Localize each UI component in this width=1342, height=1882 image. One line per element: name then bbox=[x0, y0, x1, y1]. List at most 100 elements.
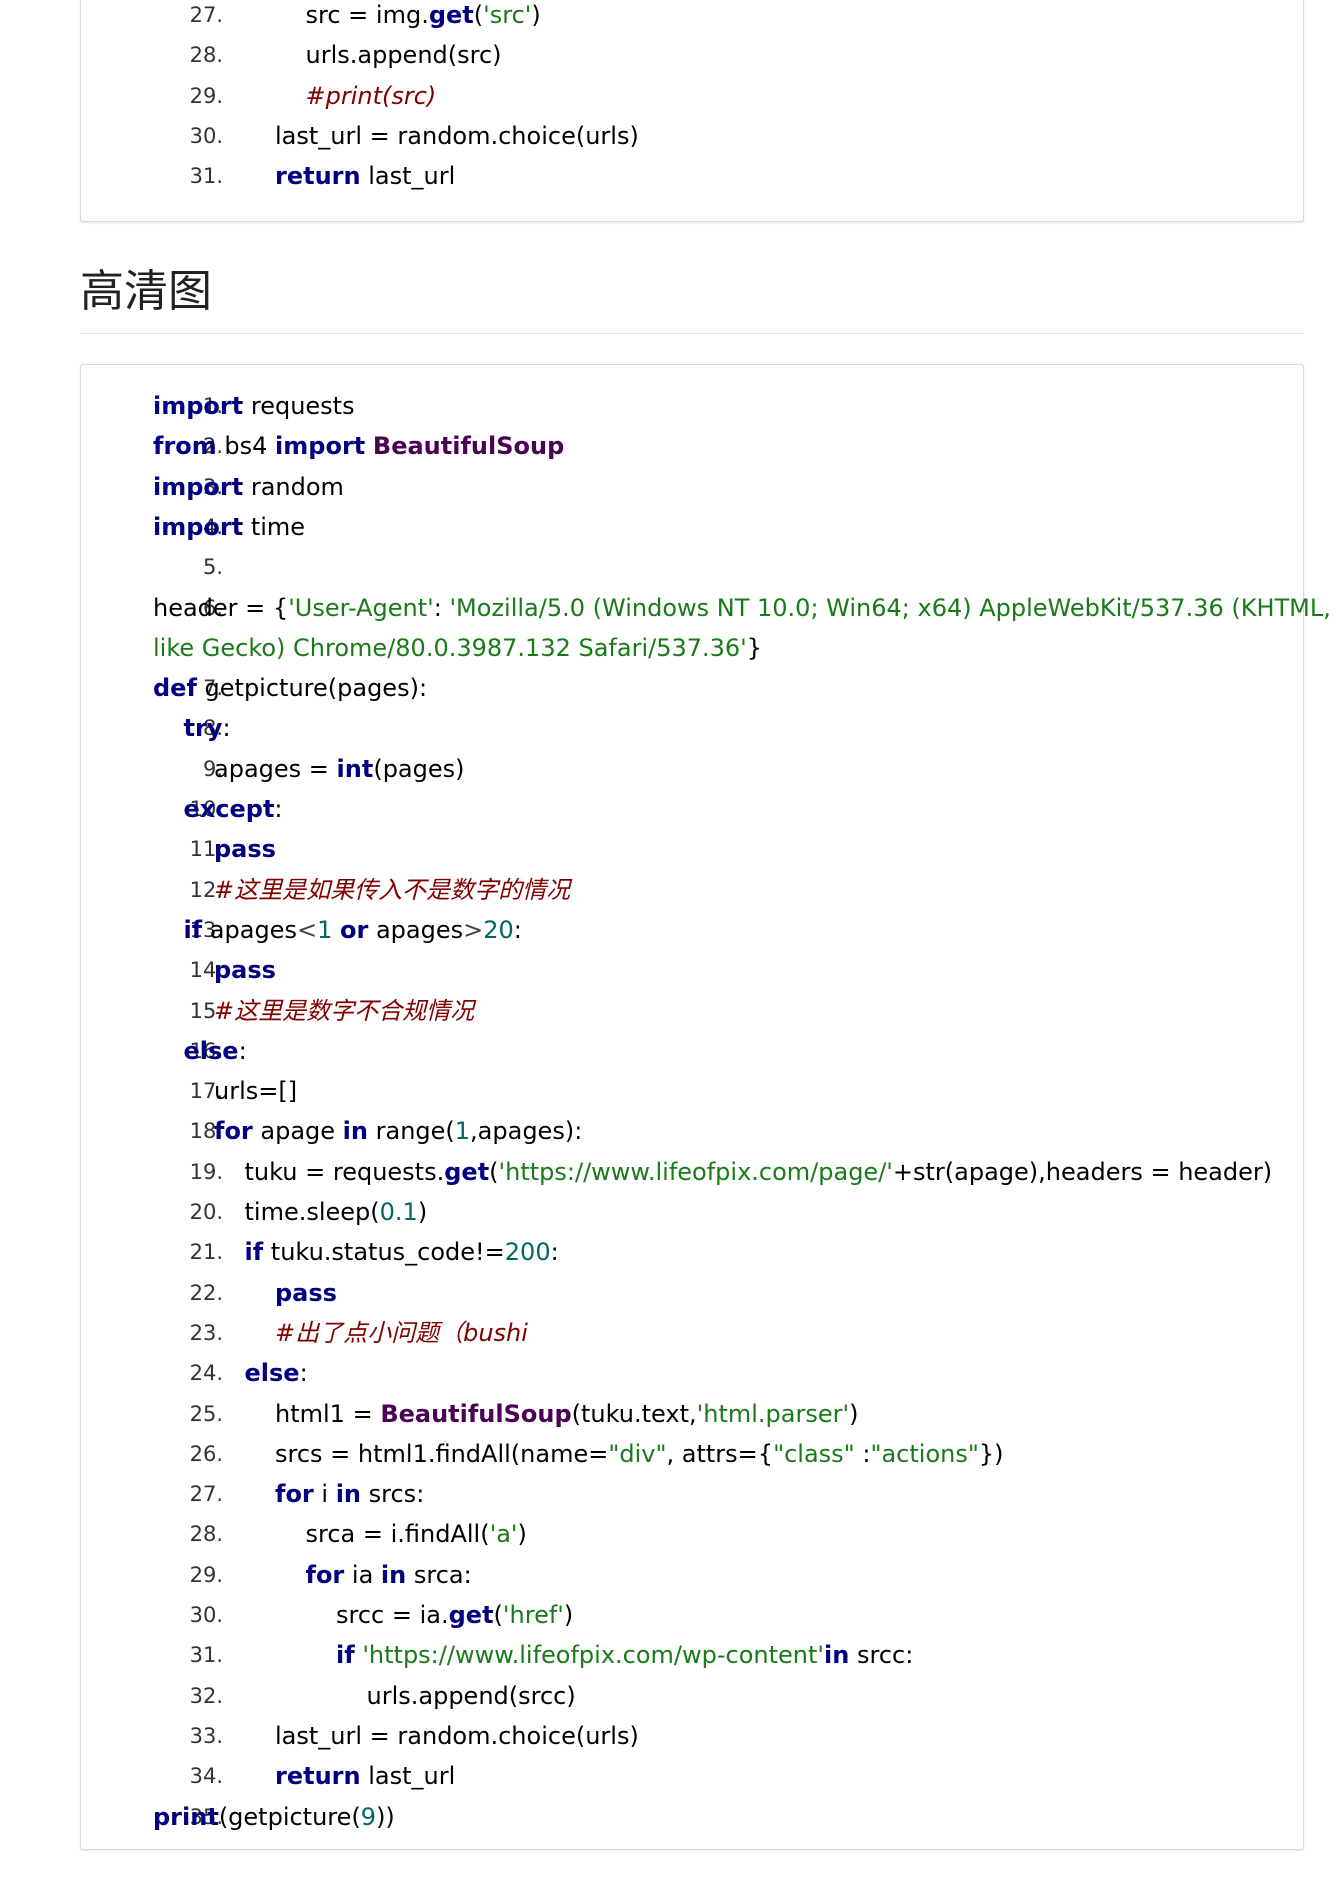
code-text: like Gecko) Chrome/80.0.3987.132 Safari/… bbox=[153, 628, 762, 668]
code-line: 12. #这里是如果传入不是数字的情况 bbox=[81, 870, 1303, 910]
code-token: pass bbox=[214, 835, 276, 864]
code-token: : bbox=[433, 593, 450, 622]
code-line: 10. except: bbox=[81, 789, 1303, 829]
code-line: 18. for apage in range(1,apages): bbox=[81, 1111, 1303, 1151]
code-token: )) bbox=[376, 1802, 395, 1831]
code-token: 'a' bbox=[489, 1520, 518, 1549]
code-text: if 'https://www.lifeofpix.com/wp-content… bbox=[336, 1635, 913, 1675]
code-token: last_url = random.choice(urls) bbox=[275, 1721, 639, 1750]
code-token: in bbox=[335, 1480, 362, 1509]
code-line: like Gecko) Chrome/80.0.3987.132 Safari/… bbox=[81, 628, 1303, 668]
code-line: 31. if 'https://www.lifeofpix.com/wp-cont… bbox=[81, 1635, 1303, 1675]
code-text: else: bbox=[184, 1031, 247, 1071]
code-token: ) bbox=[531, 1, 541, 29]
code-token: from bbox=[153, 432, 217, 461]
code-line: 25. html1 = BeautifulSoup(tuku.text,'html… bbox=[81, 1394, 1303, 1434]
code-token: ) bbox=[417, 1198, 428, 1226]
line-number: 27. bbox=[189, 3, 223, 27]
code-line: 7. def getpicture(pages): bbox=[81, 668, 1303, 708]
code-line: 22. pass bbox=[81, 1273, 1303, 1313]
code-token: pass bbox=[275, 1278, 337, 1307]
code-token: ,apages): bbox=[470, 1117, 583, 1146]
code-token: time.sleep( bbox=[244, 1198, 380, 1226]
code-text: header = {'User-Agent': 'Mozilla/5.0 (Wi… bbox=[153, 588, 1331, 628]
code-text: time.sleep(0.1) bbox=[245, 1192, 428, 1232]
code-line: 19. tuku = requests.get('https://www.life… bbox=[81, 1152, 1303, 1192]
code-line: 23. #出了点小问题（bushi bbox=[81, 1313, 1303, 1353]
code-line: 16. else: bbox=[81, 1031, 1303, 1071]
code-token: get bbox=[448, 1601, 494, 1629]
code-token: 9 bbox=[360, 1802, 377, 1831]
line-number: 30. bbox=[189, 123, 223, 148]
code-token: } bbox=[746, 633, 763, 662]
code-line: 3. import random bbox=[81, 467, 1303, 507]
code-token: 'User-Agent' bbox=[288, 593, 434, 622]
code-token: print bbox=[153, 1802, 219, 1831]
code-token: pass bbox=[214, 956, 276, 985]
code-line: 24. else: bbox=[81, 1353, 1303, 1393]
code-token: urls.append(srcc) bbox=[366, 1681, 576, 1710]
code-token: apage bbox=[252, 1117, 343, 1146]
code-token: srcc = ia. bbox=[336, 1601, 449, 1629]
code-token: (tuku.text, bbox=[571, 1399, 697, 1428]
code-line: 31. return last_url bbox=[81, 156, 1303, 196]
code-text: for ia in srca: bbox=[306, 1555, 472, 1595]
line-number: 29. bbox=[189, 83, 223, 108]
code-line: 13. if apages<1 or apages>20: bbox=[81, 910, 1303, 950]
code-token: get bbox=[444, 1157, 490, 1186]
code-line: 1. import requests bbox=[81, 386, 1303, 426]
code-text: urls.append(src) bbox=[306, 35, 502, 75]
code-token: +str(apage),headers = header) bbox=[892, 1157, 1273, 1186]
code-text: urls=[] bbox=[214, 1071, 297, 1111]
code-token: ( bbox=[489, 1157, 499, 1186]
code-text: urls.append(srcc) bbox=[367, 1676, 576, 1716]
code-token: tuku = requests. bbox=[244, 1157, 445, 1186]
code-token: srcs = html1.findAll(name= bbox=[275, 1439, 609, 1468]
code-token: (getpicture( bbox=[218, 1802, 361, 1831]
code-token: import bbox=[153, 512, 244, 541]
code-text: print(getpicture(9)) bbox=[153, 1797, 395, 1837]
line-number: 25. bbox=[189, 1401, 223, 1426]
code-line: 9. apages = int(pages) bbox=[81, 749, 1303, 789]
code-token: if bbox=[336, 1641, 355, 1670]
code-token: in bbox=[824, 1641, 850, 1670]
code-token: like Gecko) Chrome/80.0.3987.132 Safari/… bbox=[153, 633, 747, 662]
code-token: : bbox=[513, 915, 522, 944]
code-token: : bbox=[222, 714, 231, 743]
code-token: ( bbox=[473, 1, 484, 29]
code-text: last_url = random.choice(urls) bbox=[275, 1716, 639, 1756]
code-text: import time bbox=[153, 507, 305, 547]
line-number: 31. bbox=[189, 164, 223, 189]
code-text: #这里是数字不合规情况 bbox=[214, 991, 474, 1031]
code-text: def getpicture(pages): bbox=[153, 668, 427, 708]
code-token: 'https://www.lifeofpix.com/page/' bbox=[498, 1157, 893, 1186]
code-line: 28. urls.append(src) bbox=[81, 35, 1303, 75]
code-token: 'html.parser' bbox=[696, 1399, 850, 1428]
code-line: 33. last_url = random.choice(urls) bbox=[81, 1716, 1303, 1756]
code-text: tuku = requests.get('https://www.lifeofp… bbox=[245, 1152, 1273, 1192]
code-token: : bbox=[274, 795, 283, 823]
line-number: 32. bbox=[189, 1683, 223, 1708]
code-token: return bbox=[275, 162, 361, 191]
line-number: 22. bbox=[189, 1280, 223, 1305]
line-number: 11. bbox=[189, 837, 223, 862]
code-token: src = img. bbox=[305, 1, 429, 29]
code-token: import bbox=[275, 432, 366, 461]
section-heading: 高清图 bbox=[80, 266, 212, 317]
code-token: last_url = random.choice(urls) bbox=[275, 121, 639, 150]
code-token: header = { bbox=[153, 593, 289, 622]
code-text: import random bbox=[153, 467, 344, 507]
code-text: #print(src) bbox=[306, 76, 437, 116]
code-token: srcc: bbox=[849, 1641, 914, 1670]
code-line: 34. return last_url bbox=[81, 1756, 1303, 1796]
code-token: i bbox=[313, 1480, 336, 1509]
line-number: 30. bbox=[189, 1603, 223, 1627]
code-line: 15. #这里是数字不合规情况 bbox=[81, 991, 1303, 1031]
code-text: pass bbox=[214, 950, 276, 990]
code-text: last_url = random.choice(urls) bbox=[275, 116, 639, 156]
code-token: 0.1 bbox=[379, 1198, 418, 1226]
code-line: 29. for ia in srca: bbox=[81, 1555, 1303, 1595]
code-token: srcs: bbox=[361, 1480, 425, 1509]
code-token: urls.append(src) bbox=[305, 41, 502, 70]
